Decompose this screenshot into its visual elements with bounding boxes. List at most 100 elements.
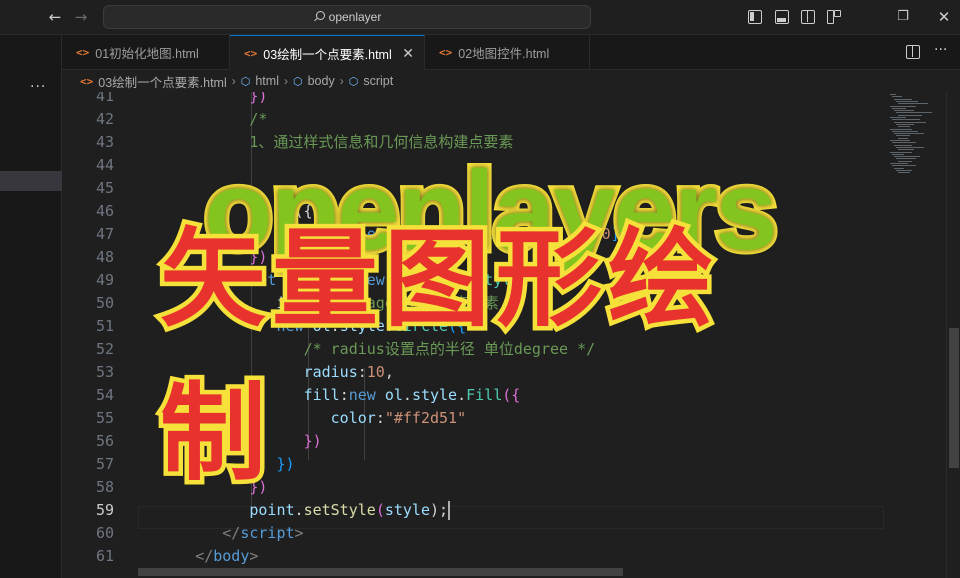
scrollbar-thumb[interactable] <box>949 328 959 468</box>
code-line[interactable]: 41 }) <box>62 92 884 108</box>
minimap-line <box>894 98 912 100</box>
code-token: body <box>213 547 250 565</box>
minimap-line <box>896 100 918 102</box>
text-caret <box>448 501 451 520</box>
restore-window-icon[interactable]: ❐ <box>893 8 913 26</box>
line-number: 55 <box>95 409 114 427</box>
more-actions-icon[interactable]: ··· <box>934 42 947 58</box>
code-token: ( <box>375 501 385 519</box>
breadcrumb-script[interactable]: script <box>363 74 393 88</box>
minimap-line <box>896 158 916 160</box>
breadcrumb-html[interactable]: html <box>255 74 279 88</box>
split-editor-icon[interactable] <box>906 45 920 59</box>
minimap-line <box>892 142 916 144</box>
breadcrumb-file[interactable]: 03绘制一个点要素.html <box>98 72 227 91</box>
close-window-icon[interactable]: ✕ <box>934 8 954 26</box>
minimap-line <box>894 121 926 123</box>
tab-01[interactable]: <> 01初始化地图.html <box>62 35 230 70</box>
breadcrumb: <> 03绘制一个点要素.html › ⬡ html › ⬡ body › ⬡ … <box>62 70 960 92</box>
minimap-line <box>892 107 906 109</box>
html-file-icon: <> <box>80 74 94 88</box>
title-bar: ← → openlayer ❐ ✕ <box>0 0 960 35</box>
line-number: 60 <box>95 524 114 542</box>
command-center-search[interactable]: openlayer <box>103 5 591 29</box>
line-number: 48 <box>95 248 114 266</box>
forward-arrow-icon[interactable]: → <box>72 8 90 26</box>
code-token: > <box>294 524 304 542</box>
minimap-line <box>898 137 908 139</box>
line-number: 57 <box>95 455 114 473</box>
tab-03-active[interactable]: <> 03绘制一个点要素.html ✕ <box>230 35 425 70</box>
code-line[interactable]: 61 </body> <box>62 545 884 568</box>
minimap[interactable] <box>884 92 946 578</box>
customize-layout-icon[interactable] <box>827 10 841 24</box>
element-icon: ⬡ <box>292 75 303 88</box>
minimap-line <box>896 112 932 114</box>
close-tab-icon[interactable]: ✕ <box>402 45 414 62</box>
more-actions-icon[interactable]: ··· <box>30 79 46 95</box>
code-token: /* <box>141 110 268 128</box>
breadcrumb-body[interactable]: body <box>308 74 335 88</box>
code-token: </ <box>222 524 241 542</box>
line-number: 50 <box>95 294 114 312</box>
horizontal-scrollbar[interactable] <box>138 568 623 576</box>
line-number: 61 <box>95 547 114 565</box>
code-text: point.setStyle(style); <box>141 499 451 522</box>
side-bar: ··· <box>0 35 62 578</box>
editor-tab-bar: <> 01初始化地图.html <> 03绘制一个点要素.html ✕ <> 0… <box>62 35 960 70</box>
toggle-secondary-sidebar-icon[interactable] <box>801 10 815 24</box>
minimap-line <box>898 172 910 174</box>
line-number: 41 <box>95 92 114 105</box>
code-text: }) <box>141 92 267 108</box>
html-file-icon: <> <box>439 46 453 59</box>
code-token: script <box>240 524 295 542</box>
code-line[interactable]: 59 point.setStyle(style); <box>62 499 884 522</box>
html-file-icon: <> <box>244 46 258 60</box>
chevron-right-icon: › <box>339 74 344 88</box>
minimap-line <box>894 144 912 146</box>
minimap-line <box>890 94 896 95</box>
vertical-scrollbar[interactable] <box>946 92 960 578</box>
search-icon <box>313 11 325 23</box>
element-icon: ⬡ <box>240 75 251 88</box>
code-text: </body> <box>141 545 258 568</box>
html-file-icon: <> <box>76 46 90 59</box>
code-line[interactable]: 42 /* <box>62 108 884 131</box>
toggle-panel-icon[interactable] <box>775 10 789 24</box>
minimap-line <box>892 153 904 155</box>
selected-explorer-item[interactable] <box>0 171 62 191</box>
minimap-line <box>892 119 920 121</box>
minimap-line <box>890 151 912 153</box>
line-number: 59 <box>95 501 114 519</box>
code-token: ); <box>430 501 449 519</box>
minimap-line <box>890 117 906 118</box>
tab-02[interactable]: <> 02地图控件.html <box>425 35 590 70</box>
line-number: 54 <box>95 386 114 404</box>
toggle-primary-sidebar-icon[interactable] <box>748 10 762 24</box>
code-line[interactable]: 60 </script> <box>62 522 884 545</box>
minimap-line <box>896 123 914 125</box>
minimap-line <box>894 156 920 158</box>
code-text: </script> <box>141 522 304 545</box>
minimap-line <box>896 135 910 137</box>
line-number: 44 <box>95 156 114 174</box>
line-number: 46 <box>95 202 114 220</box>
minimap-line <box>890 105 916 107</box>
code-token: }) <box>249 92 268 105</box>
line-number: 45 <box>95 179 114 197</box>
minimap-line <box>890 140 910 141</box>
minimap-line <box>894 167 904 169</box>
search-text: openlayer <box>328 10 382 24</box>
code-token: point <box>249 501 295 519</box>
tab-label: 02地图控件.html <box>458 47 550 61</box>
back-arrow-icon[interactable]: ← <box>46 8 64 26</box>
line-number: 58 <box>95 478 114 496</box>
line-number: 43 <box>95 133 114 151</box>
line-number: 56 <box>95 432 114 450</box>
tab-label: 03绘制一个点要素.html <box>263 47 392 62</box>
minimap-line <box>898 160 912 162</box>
